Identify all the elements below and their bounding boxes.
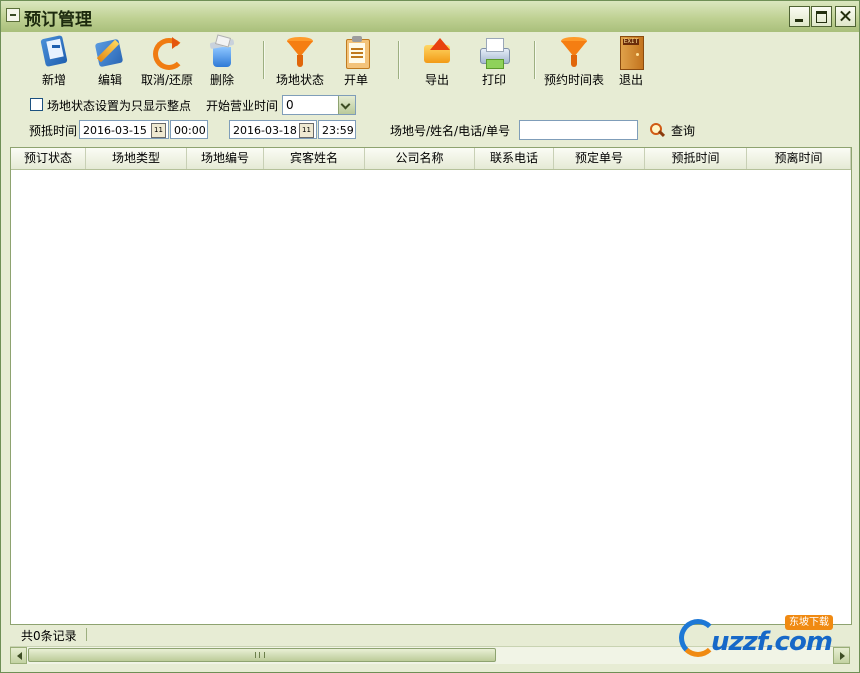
status-divider — [86, 628, 87, 641]
start-date-value: 2016-03-15 — [83, 124, 147, 137]
print-button-label: 打印 — [481, 73, 506, 87]
close-button[interactable] — [835, 6, 856, 27]
business-start-label: 开始营业时间 — [206, 99, 279, 113]
start-time-field[interactable]: 00:00 — [170, 120, 208, 139]
table-header: 预订状态 场地类型 场地编号 宾客姓名 公司名称 联系电话 预定单号 预抵时间 … — [11, 148, 851, 170]
booking-management-window: 预订管理 新增 编辑 取消/还原 删除 场地状态 开单 导出 打印 预约时间表 … — [0, 0, 860, 673]
column-header-departure-time[interactable]: 预离时间 — [747, 148, 851, 169]
query-button[interactable]: 查询 — [671, 122, 695, 139]
record-count: 共0条记录 — [21, 629, 77, 643]
system-menu-icon[interactable] — [6, 8, 20, 22]
export-button[interactable]: 导出 — [419, 35, 455, 87]
edit-button[interactable]: 编辑 — [93, 35, 127, 87]
scroll-left-icon[interactable] — [10, 647, 27, 664]
column-header-booking-number[interactable]: 预定单号 — [554, 148, 645, 169]
watermark-text: uzzf.com — [711, 627, 833, 657]
toolbar-separator — [263, 41, 265, 79]
funnel-icon — [283, 35, 317, 69]
title-bar[interactable]: 预订管理 — [1, 1, 859, 32]
calendar-icon[interactable]: 11 — [151, 123, 166, 138]
column-header-booking-status[interactable]: 预订状态 — [11, 148, 86, 169]
export-icon — [420, 35, 454, 69]
exit-button[interactable]: EXIT 退出 — [614, 35, 648, 87]
edit-pencil-icon — [93, 35, 127, 69]
add-button-label: 新增 — [41, 73, 66, 87]
maximize-button[interactable] — [811, 6, 832, 27]
print-button[interactable]: 打印 — [476, 35, 512, 87]
scroll-thumb[interactable] — [28, 648, 496, 662]
search-input[interactable] — [519, 120, 638, 140]
clipboard-icon — [339, 35, 373, 69]
search-icon[interactable] — [649, 122, 666, 138]
column-header-arrival-time[interactable]: 预抵时间 — [645, 148, 747, 169]
booking-table[interactable]: 预订状态 场地类型 场地编号 宾客姓名 公司名称 联系电话 预定单号 预抵时间 … — [10, 147, 852, 625]
search-label: 场地号/姓名/电话/单号 — [390, 124, 511, 138]
toolbar: 新增 编辑 取消/还原 删除 场地状态 开单 导出 打印 预约时间表 EXIT … — [1, 33, 859, 89]
end-time-value: 23:59 — [322, 124, 354, 137]
exit-door-icon: EXIT — [614, 35, 648, 70]
column-header-venue-number[interactable]: 场地编号 — [187, 148, 264, 169]
venue-status-button-label: 场地状态 — [275, 73, 324, 87]
export-button-label: 导出 — [424, 73, 449, 87]
trash-bin-icon — [205, 34, 239, 69]
toolbar-separator — [398, 41, 400, 79]
end-date-value: 2016-03-18 — [233, 124, 297, 137]
venue-status-button[interactable]: 场地状态 — [275, 35, 325, 87]
cancel-restore-button[interactable]: 取消/还原 — [139, 35, 195, 87]
watermark-logo: uzzf.com 东坡下载 — [677, 613, 855, 665]
business-start-value: 0 — [286, 98, 294, 112]
undo-refresh-icon — [150, 35, 185, 70]
whole-hour-checkbox-label: 场地状态设置为只显示整点 — [47, 99, 192, 113]
add-document-icon — [37, 35, 71, 69]
arrival-time-label: 预抵时间 — [29, 124, 78, 138]
column-header-phone[interactable]: 联系电话 — [475, 148, 554, 169]
calendar-icon[interactable]: 11 — [299, 123, 314, 138]
open-order-button-label: 开单 — [343, 73, 368, 87]
grip-icon — [255, 652, 265, 658]
toolbar-separator — [534, 41, 536, 79]
exit-button-label: 退出 — [618, 73, 643, 87]
minimize-button[interactable] — [789, 6, 810, 27]
watermark-tag: 东坡下载 — [785, 615, 833, 630]
add-button[interactable]: 新增 — [37, 35, 71, 87]
open-order-button[interactable]: 开单 — [339, 35, 373, 87]
printer-icon — [477, 35, 511, 69]
start-time-value: 00:00 — [174, 124, 206, 137]
business-start-select[interactable]: 0 — [282, 95, 356, 115]
funnel-icon — [557, 35, 591, 69]
delete-button-label: 删除 — [209, 73, 234, 87]
delete-button[interactable]: 删除 — [205, 34, 239, 87]
chevron-down-icon[interactable] — [338, 96, 355, 114]
end-time-field[interactable]: 23:59 — [318, 120, 356, 139]
cancel-restore-button-label: 取消/还原 — [140, 73, 194, 87]
column-header-guest-name[interactable]: 宾客姓名 — [264, 148, 365, 169]
reservation-schedule-button-label: 预约时间表 — [543, 73, 604, 87]
reservation-schedule-button[interactable]: 预约时间表 — [543, 35, 605, 87]
edit-button-label: 编辑 — [97, 73, 122, 87]
column-header-venue-type[interactable]: 场地类型 — [86, 148, 187, 169]
whole-hour-checkbox[interactable] — [30, 98, 43, 111]
column-header-company-name[interactable]: 公司名称 — [365, 148, 475, 169]
window-title: 预订管理 — [24, 10, 92, 30]
